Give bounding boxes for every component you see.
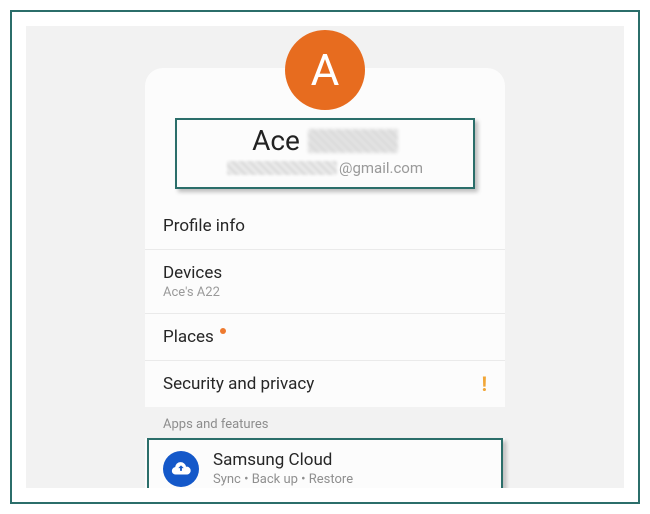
row-title: Profile info (163, 216, 487, 236)
row-devices[interactable]: Devices Ace's A22 (145, 249, 505, 313)
row-title: Security and privacy (163, 374, 487, 394)
samsung-cloud-title: Samsung Cloud (213, 450, 353, 470)
account-screen: A Ace @gmail.com Profile info (145, 26, 505, 488)
row-subtitle: Ace's A22 (163, 285, 487, 300)
row-title: Devices (163, 263, 487, 283)
avatar[interactable]: A (285, 30, 365, 110)
samsung-cloud-sub: Sync • Back up • Restore (213, 472, 353, 487)
account-email-domain: @gmail.com (339, 159, 423, 177)
avatar-initial: A (311, 44, 340, 96)
row-profile-info[interactable]: Profile info (145, 203, 505, 249)
samsung-cloud-icon (163, 451, 199, 487)
section-header-apps: Apps and features (145, 407, 505, 438)
account-card: Ace @gmail.com Profile info Devices Ace'… (145, 68, 505, 488)
account-name-box[interactable]: Ace @gmail.com (175, 118, 475, 189)
redacted-lastname (308, 129, 398, 153)
account-name: Ace (252, 124, 300, 157)
row-samsung-cloud[interactable]: Samsung Cloud Sync • Back up • Restore (147, 438, 503, 488)
redacted-email-local (227, 161, 337, 175)
row-places[interactable]: Places (145, 313, 505, 360)
outer-frame: A Ace @gmail.com Profile info (10, 10, 640, 504)
screenshot-area: A Ace @gmail.com Profile info (26, 26, 624, 488)
notification-dot-icon (220, 328, 226, 334)
row-title: Places (163, 327, 214, 347)
row-security-privacy[interactable]: Security and privacy ! (145, 360, 505, 407)
warning-icon: ! (482, 372, 487, 396)
